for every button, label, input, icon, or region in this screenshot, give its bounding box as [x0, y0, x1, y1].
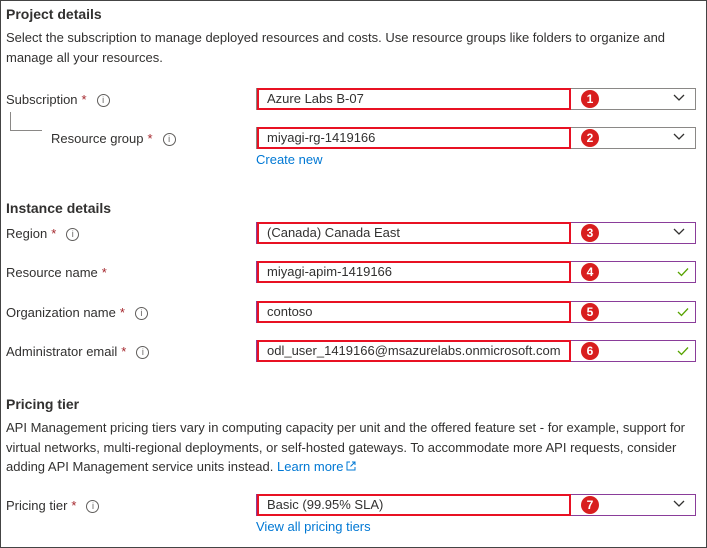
annotation-badge-4: 4 [581, 263, 599, 281]
annotation-badge-3: 3 [581, 224, 599, 242]
annotation-badge-2: 2 [581, 129, 599, 147]
chevron-down-icon [673, 94, 685, 101]
resource-name-value: miyagi-apim-1419166 [257, 261, 571, 283]
organization-name-label-text: Organization name [6, 305, 116, 320]
chevron-down-icon [673, 228, 685, 235]
region-label: Region * i [6, 226, 80, 241]
resource-name-input[interactable]: miyagi-apim-1419166 4 [256, 261, 696, 283]
info-icon[interactable]: i [136, 346, 150, 359]
organization-name-value: contoso [257, 301, 571, 323]
required-marker: * [51, 226, 57, 241]
pricing-tier-heading: Pricing tier [6, 396, 80, 412]
annotation-badge-5: 5 [581, 303, 599, 321]
chevron-down-icon [673, 500, 685, 507]
organization-name-label: Organization name * i [6, 305, 148, 320]
resource-name-label: Resource name * [6, 265, 107, 280]
create-new-link[interactable]: Create new [256, 152, 322, 167]
region-label-text: Region [6, 226, 48, 241]
learn-more-text: Learn more [277, 459, 344, 474]
admin-email-label-text: Administrator email [6, 344, 118, 359]
required-marker: * [101, 265, 107, 280]
pricing-tier-description: API Management pricing tiers vary in com… [6, 418, 696, 477]
resource-group-label-text: Resource group [51, 131, 144, 146]
pricing-tier-value: Basic (99.95% SLA) [257, 494, 571, 516]
annotation-badge-6: 6 [581, 342, 599, 360]
required-marker: * [147, 131, 153, 146]
external-link-icon [346, 461, 355, 471]
resource-group-value: miyagi-rg-1419166 [257, 127, 571, 149]
tree-connector [10, 112, 11, 131]
info-icon[interactable]: i [134, 307, 148, 320]
subscription-label-text: Subscription [6, 92, 78, 107]
admin-email-label: Administrator email * i [6, 344, 150, 359]
instance-details-heading: Instance details [6, 200, 112, 216]
resource-group-label: Resource group * i [51, 131, 176, 146]
info-icon[interactable]: i [66, 228, 80, 241]
subscription-label: Subscription * i [6, 92, 110, 107]
info-icon[interactable]: i [162, 133, 176, 146]
pricing-tier-label-text: Pricing tier [6, 498, 68, 513]
subscription-dropdown[interactable]: Azure Labs B-07 1 [256, 88, 696, 110]
region-dropdown[interactable]: (Canada) Canada East 3 [256, 222, 696, 244]
info-icon[interactable]: i [86, 500, 100, 513]
region-value: (Canada) Canada East [257, 222, 571, 244]
project-details-description: Select the subscription to manage deploy… [6, 30, 666, 65]
annotation-badge-1: 1 [581, 90, 599, 108]
resource-name-label-text: Resource name [6, 265, 98, 280]
info-icon[interactable]: i [96, 94, 110, 107]
annotation-badge-7: 7 [581, 496, 599, 514]
view-all-pricing-tiers-link[interactable]: View all pricing tiers [256, 519, 371, 534]
resource-group-dropdown[interactable]: miyagi-rg-1419166 2 [256, 127, 696, 149]
checkmark-icon [677, 268, 689, 277]
subscription-value: Azure Labs B-07 [257, 88, 571, 110]
required-marker: * [71, 498, 77, 513]
checkmark-icon [677, 308, 689, 317]
pricing-tier-dropdown[interactable]: Basic (99.95% SLA) 7 [256, 494, 696, 516]
checkmark-icon [677, 347, 689, 356]
organization-name-input[interactable]: contoso 5 [256, 301, 696, 323]
tree-connector-horizontal [10, 130, 42, 131]
required-marker: * [119, 305, 125, 320]
project-details-heading: Project details [6, 6, 102, 22]
required-marker: * [81, 92, 87, 107]
learn-more-link[interactable]: Learn more [277, 459, 355, 474]
required-marker: * [121, 344, 127, 359]
admin-email-value: odl_user_1419166@msazurelabs.onmicrosoft… [257, 340, 571, 362]
admin-email-input[interactable]: odl_user_1419166@msazurelabs.onmicrosoft… [256, 340, 696, 362]
chevron-down-icon [673, 133, 685, 140]
pricing-tier-label: Pricing tier * i [6, 498, 100, 513]
